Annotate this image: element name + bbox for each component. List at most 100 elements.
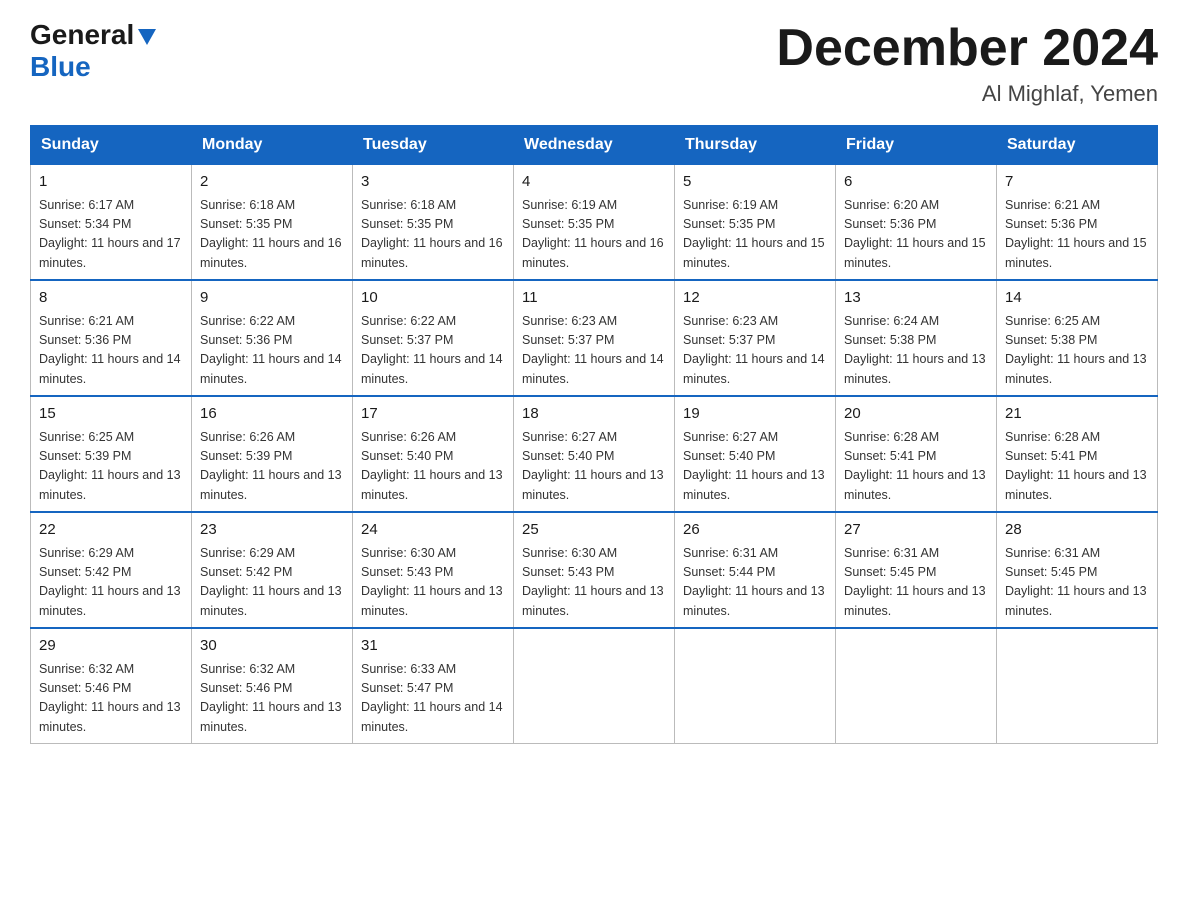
day-number: 6 — [844, 171, 988, 194]
day-number: 26 — [683, 519, 827, 542]
col-tuesday: Tuesday — [353, 126, 514, 165]
table-cell: 24 Sunrise: 6:30 AM Sunset: 5:43 PM Dayl… — [353, 512, 514, 628]
table-cell: 28 Sunrise: 6:31 AM Sunset: 5:45 PM Dayl… — [997, 512, 1158, 628]
day-info: Sunrise: 6:18 AM Sunset: 5:35 PM Dayligh… — [200, 196, 344, 274]
table-cell: 29 Sunrise: 6:32 AM Sunset: 5:46 PM Dayl… — [31, 628, 192, 744]
col-sunday: Sunday — [31, 126, 192, 165]
table-cell: 18 Sunrise: 6:27 AM Sunset: 5:40 PM Dayl… — [514, 396, 675, 512]
day-info: Sunrise: 6:23 AM Sunset: 5:37 PM Dayligh… — [522, 312, 666, 390]
day-number: 30 — [200, 635, 344, 658]
logo-general-text: General — [30, 20, 134, 51]
day-number: 14 — [1005, 287, 1149, 310]
table-cell: 15 Sunrise: 6:25 AM Sunset: 5:39 PM Dayl… — [31, 396, 192, 512]
week-row-4: 22 Sunrise: 6:29 AM Sunset: 5:42 PM Dayl… — [31, 512, 1158, 628]
table-cell: 12 Sunrise: 6:23 AM Sunset: 5:37 PM Dayl… — [675, 280, 836, 396]
table-cell: 25 Sunrise: 6:30 AM Sunset: 5:43 PM Dayl… — [514, 512, 675, 628]
day-number: 31 — [361, 635, 505, 658]
col-monday: Monday — [192, 126, 353, 165]
day-info: Sunrise: 6:28 AM Sunset: 5:41 PM Dayligh… — [844, 428, 988, 506]
calendar-header-row: Sunday Monday Tuesday Wednesday Thursday… — [31, 126, 1158, 165]
table-cell: 27 Sunrise: 6:31 AM Sunset: 5:45 PM Dayl… — [836, 512, 997, 628]
page-subtitle: Al Mighlaf, Yemen — [776, 81, 1158, 107]
day-info: Sunrise: 6:27 AM Sunset: 5:40 PM Dayligh… — [683, 428, 827, 506]
week-row-2: 8 Sunrise: 6:21 AM Sunset: 5:36 PM Dayli… — [31, 280, 1158, 396]
table-cell: 26 Sunrise: 6:31 AM Sunset: 5:44 PM Dayl… — [675, 512, 836, 628]
day-info: Sunrise: 6:25 AM Sunset: 5:39 PM Dayligh… — [39, 428, 183, 506]
table-cell: 22 Sunrise: 6:29 AM Sunset: 5:42 PM Dayl… — [31, 512, 192, 628]
logo: General Blue — [30, 20, 158, 83]
day-number: 17 — [361, 403, 505, 426]
logo-triangle-icon — [136, 25, 158, 47]
day-info: Sunrise: 6:24 AM Sunset: 5:38 PM Dayligh… — [844, 312, 988, 390]
table-cell — [675, 628, 836, 744]
table-cell: 4 Sunrise: 6:19 AM Sunset: 5:35 PM Dayli… — [514, 165, 675, 281]
day-info: Sunrise: 6:21 AM Sunset: 5:36 PM Dayligh… — [1005, 196, 1149, 274]
day-info: Sunrise: 6:29 AM Sunset: 5:42 PM Dayligh… — [39, 544, 183, 622]
table-cell: 8 Sunrise: 6:21 AM Sunset: 5:36 PM Dayli… — [31, 280, 192, 396]
day-number: 19 — [683, 403, 827, 426]
logo-blue-text: Blue — [30, 51, 91, 83]
day-info: Sunrise: 6:29 AM Sunset: 5:42 PM Dayligh… — [200, 544, 344, 622]
day-info: Sunrise: 6:31 AM Sunset: 5:44 PM Dayligh… — [683, 544, 827, 622]
day-number: 4 — [522, 171, 666, 194]
day-number: 16 — [200, 403, 344, 426]
day-number: 5 — [683, 171, 827, 194]
table-cell: 7 Sunrise: 6:21 AM Sunset: 5:36 PM Dayli… — [997, 165, 1158, 281]
day-info: Sunrise: 6:17 AM Sunset: 5:34 PM Dayligh… — [39, 196, 183, 274]
day-number: 18 — [522, 403, 666, 426]
day-number: 23 — [200, 519, 344, 542]
day-number: 7 — [1005, 171, 1149, 194]
table-cell: 21 Sunrise: 6:28 AM Sunset: 5:41 PM Dayl… — [997, 396, 1158, 512]
day-number: 9 — [200, 287, 344, 310]
day-number: 21 — [1005, 403, 1149, 426]
col-friday: Friday — [836, 126, 997, 165]
day-number: 15 — [39, 403, 183, 426]
day-number: 8 — [39, 287, 183, 310]
week-row-1: 1 Sunrise: 6:17 AM Sunset: 5:34 PM Dayli… — [31, 165, 1158, 281]
week-row-3: 15 Sunrise: 6:25 AM Sunset: 5:39 PM Dayl… — [31, 396, 1158, 512]
day-number: 2 — [200, 171, 344, 194]
table-cell: 9 Sunrise: 6:22 AM Sunset: 5:36 PM Dayli… — [192, 280, 353, 396]
table-cell: 31 Sunrise: 6:33 AM Sunset: 5:47 PM Dayl… — [353, 628, 514, 744]
calendar-table: Sunday Monday Tuesday Wednesday Thursday… — [30, 125, 1158, 744]
day-info: Sunrise: 6:25 AM Sunset: 5:38 PM Dayligh… — [1005, 312, 1149, 390]
day-info: Sunrise: 6:26 AM Sunset: 5:39 PM Dayligh… — [200, 428, 344, 506]
table-cell: 14 Sunrise: 6:25 AM Sunset: 5:38 PM Dayl… — [997, 280, 1158, 396]
table-cell: 13 Sunrise: 6:24 AM Sunset: 5:38 PM Dayl… — [836, 280, 997, 396]
table-cell: 6 Sunrise: 6:20 AM Sunset: 5:36 PM Dayli… — [836, 165, 997, 281]
day-info: Sunrise: 6:30 AM Sunset: 5:43 PM Dayligh… — [361, 544, 505, 622]
day-info: Sunrise: 6:18 AM Sunset: 5:35 PM Dayligh… — [361, 196, 505, 274]
day-info: Sunrise: 6:22 AM Sunset: 5:36 PM Dayligh… — [200, 312, 344, 390]
week-row-5: 29 Sunrise: 6:32 AM Sunset: 5:46 PM Dayl… — [31, 628, 1158, 744]
col-wednesday: Wednesday — [514, 126, 675, 165]
page-title: December 2024 — [776, 20, 1158, 77]
day-info: Sunrise: 6:23 AM Sunset: 5:37 PM Dayligh… — [683, 312, 827, 390]
day-number: 27 — [844, 519, 988, 542]
table-cell: 30 Sunrise: 6:32 AM Sunset: 5:46 PM Dayl… — [192, 628, 353, 744]
day-number: 29 — [39, 635, 183, 658]
table-cell: 19 Sunrise: 6:27 AM Sunset: 5:40 PM Dayl… — [675, 396, 836, 512]
day-info: Sunrise: 6:19 AM Sunset: 5:35 PM Dayligh… — [522, 196, 666, 274]
day-info: Sunrise: 6:31 AM Sunset: 5:45 PM Dayligh… — [1005, 544, 1149, 622]
day-number: 3 — [361, 171, 505, 194]
day-info: Sunrise: 6:32 AM Sunset: 5:46 PM Dayligh… — [39, 660, 183, 738]
day-number: 22 — [39, 519, 183, 542]
col-thursday: Thursday — [675, 126, 836, 165]
day-info: Sunrise: 6:32 AM Sunset: 5:46 PM Dayligh… — [200, 660, 344, 738]
table-cell: 2 Sunrise: 6:18 AM Sunset: 5:35 PM Dayli… — [192, 165, 353, 281]
table-cell: 5 Sunrise: 6:19 AM Sunset: 5:35 PM Dayli… — [675, 165, 836, 281]
table-cell: 17 Sunrise: 6:26 AM Sunset: 5:40 PM Dayl… — [353, 396, 514, 512]
day-number: 25 — [522, 519, 666, 542]
table-cell: 20 Sunrise: 6:28 AM Sunset: 5:41 PM Dayl… — [836, 396, 997, 512]
day-number: 11 — [522, 287, 666, 310]
day-info: Sunrise: 6:22 AM Sunset: 5:37 PM Dayligh… — [361, 312, 505, 390]
title-block: December 2024 Al Mighlaf, Yemen — [776, 20, 1158, 107]
day-number: 12 — [683, 287, 827, 310]
day-info: Sunrise: 6:31 AM Sunset: 5:45 PM Dayligh… — [844, 544, 988, 622]
day-number: 1 — [39, 171, 183, 194]
day-info: Sunrise: 6:20 AM Sunset: 5:36 PM Dayligh… — [844, 196, 988, 274]
table-cell: 10 Sunrise: 6:22 AM Sunset: 5:37 PM Dayl… — [353, 280, 514, 396]
day-info: Sunrise: 6:19 AM Sunset: 5:35 PM Dayligh… — [683, 196, 827, 274]
table-cell — [997, 628, 1158, 744]
table-cell — [836, 628, 997, 744]
